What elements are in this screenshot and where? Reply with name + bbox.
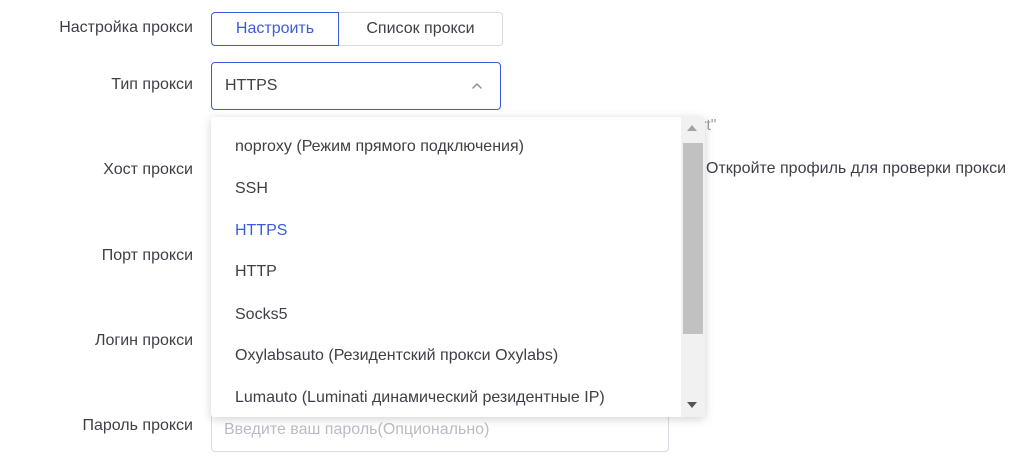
proxy-setting-toggle: Настроить Список прокси [211, 12, 503, 46]
proxy-type-dropdown: noproxy (Режим прямого подключения) SSH … [211, 117, 705, 417]
proxy-host-label: Хост прокси [103, 161, 193, 178]
option-socks5[interactable]: Socks5 [235, 306, 287, 324]
option-noproxy[interactable]: noproxy (Режим прямого подключения) [235, 138, 524, 156]
scrollbar-thumb[interactable] [683, 143, 703, 334]
configure-button[interactable]: Настроить [211, 12, 339, 46]
scroll-up-arrow-icon[interactable] [687, 125, 697, 131]
profile-check-hint: Откройте профиль для проверки прокси [706, 160, 1006, 177]
option-oxylabsauto[interactable]: Oxylabsauto (Резидентский прокси Oxylabs… [235, 347, 558, 365]
option-http[interactable]: HTTP [235, 263, 277, 281]
proxy-setting-label: Настройка прокси [59, 19, 193, 36]
proxy-type-select[interactable]: HTTPS [211, 62, 501, 110]
proxy-settings-form: Настройка прокси Тип прокси Хост прокси … [0, 0, 1029, 466]
scroll-down-arrow-icon[interactable] [687, 402, 697, 408]
option-lumauto[interactable]: Lumauto (Luminati динамический резидентн… [235, 389, 605, 407]
proxy-login-label: Логин прокси [94, 332, 193, 349]
proxy-password-label: Пароль прокси [82, 417, 193, 434]
option-https[interactable]: HTTPS [235, 222, 287, 240]
proxy-type-label: Тип прокси [111, 76, 193, 93]
proxy-list-button[interactable]: Список прокси [339, 12, 503, 46]
proxy-type-value: HTTPS [225, 77, 278, 94]
option-ssh[interactable]: SSH [235, 180, 268, 198]
dropdown-scrollbar[interactable] [681, 117, 705, 417]
proxy-port-label: Порт прокси [101, 247, 193, 264]
chevron-up-icon [472, 83, 482, 89]
